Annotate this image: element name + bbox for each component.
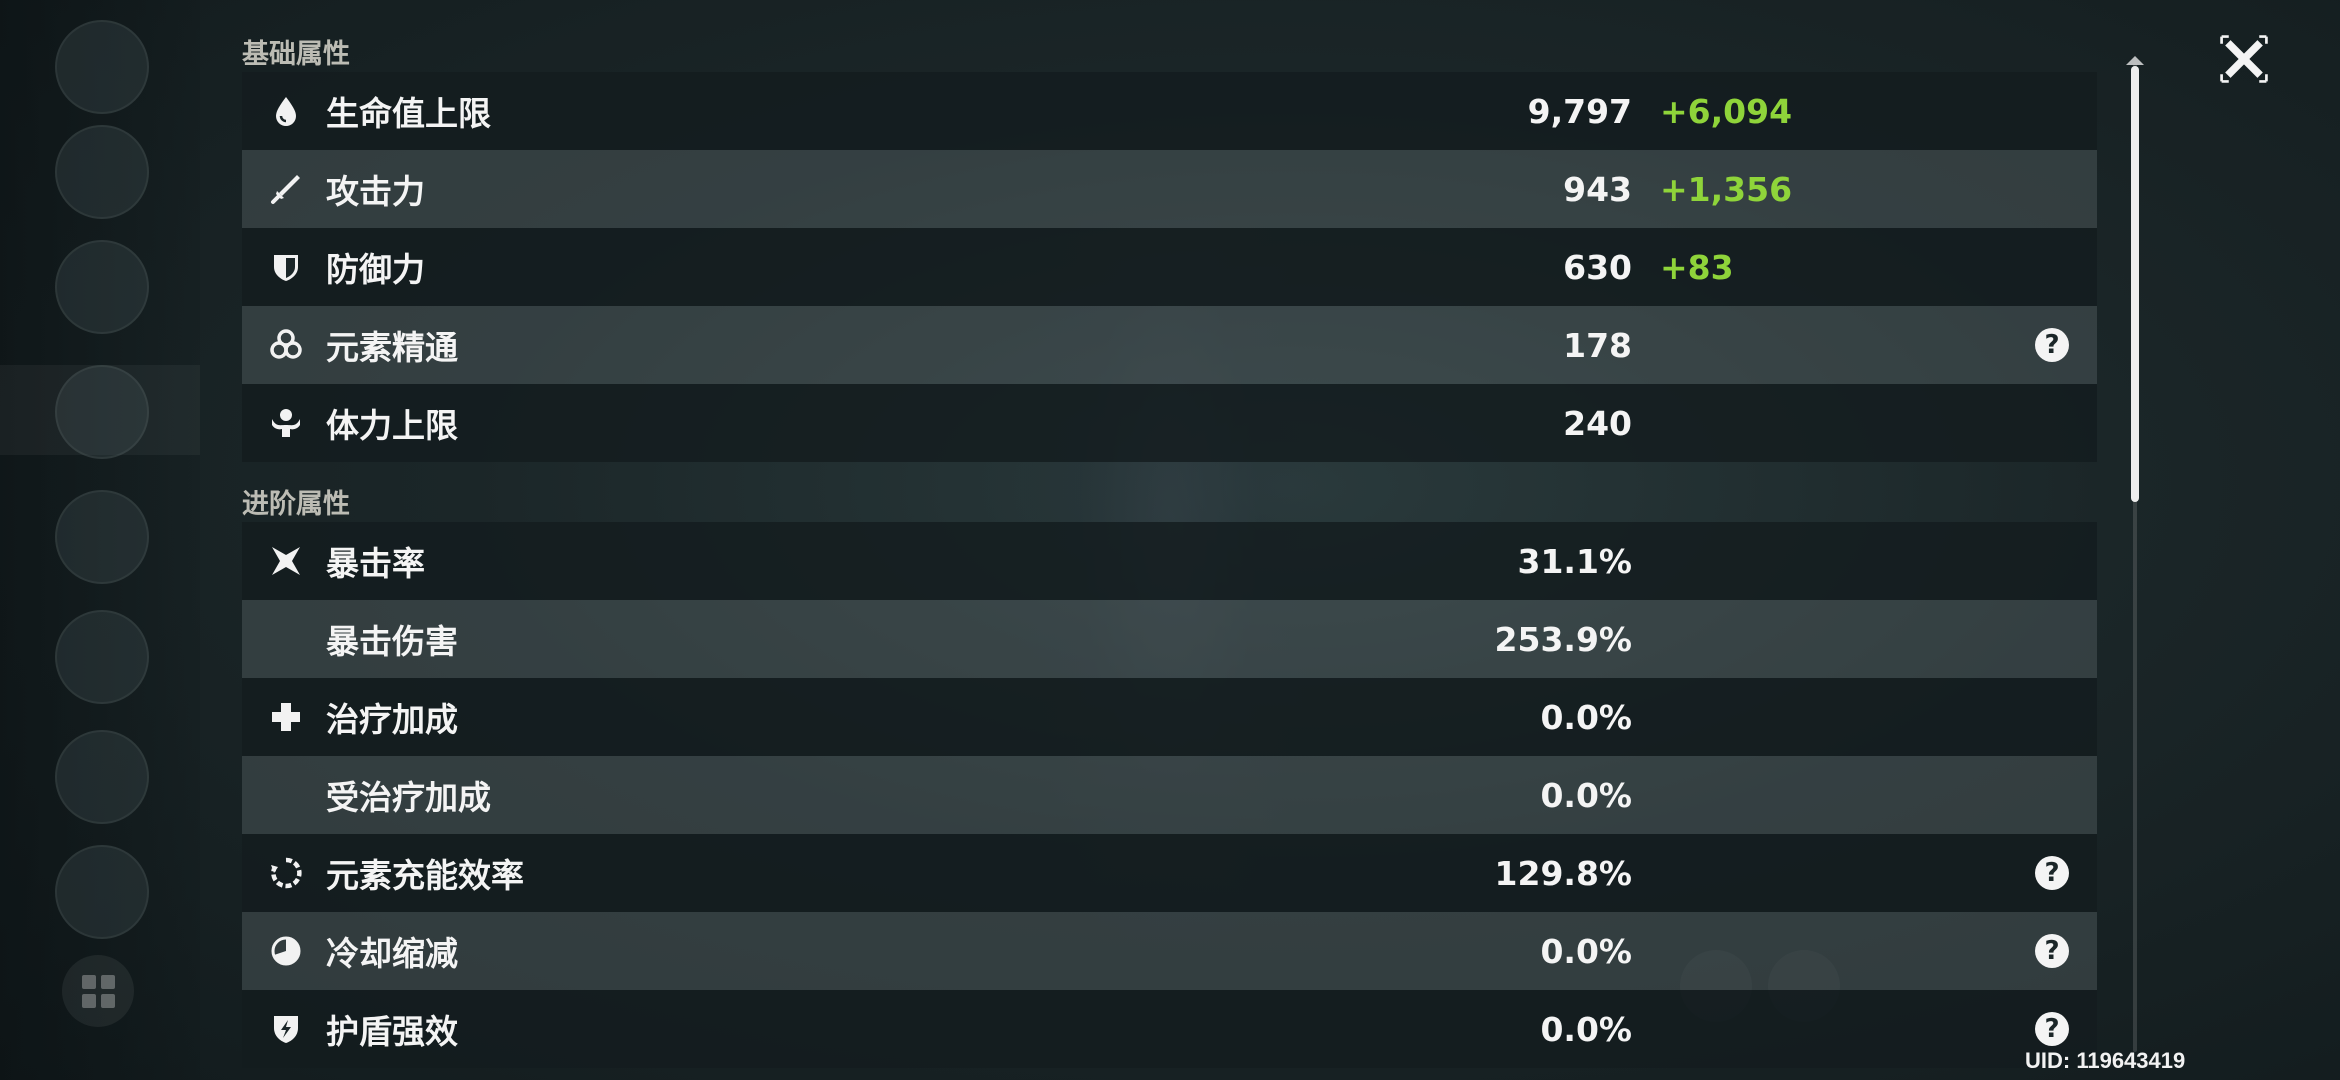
help-icon[interactable]: ? bbox=[2035, 856, 2069, 890]
stat-value: 9,797 bbox=[1527, 91, 1632, 131]
stat-name: 治疗加成 bbox=[326, 700, 458, 739]
stat-row-def: 防御力 630 +83 bbox=[242, 228, 2097, 306]
sidebar-avatar[interactable] bbox=[55, 730, 149, 824]
scrollbar-thumb[interactable] bbox=[2131, 66, 2139, 502]
help-icon[interactable]: ? bbox=[2035, 1012, 2069, 1046]
stat-row-crit-rate: 暴击率 31.1% bbox=[242, 522, 2097, 600]
stat-bonus: +83 bbox=[1660, 247, 1734, 287]
sidebar-avatar[interactable] bbox=[55, 845, 149, 939]
stat-name: 暴击伤害 bbox=[326, 622, 458, 661]
stat-row-em: 元素精通 178 ? bbox=[242, 306, 2097, 384]
stat-row-atk: 攻击力 943 +1,356 bbox=[242, 150, 2097, 228]
healing-cross-icon bbox=[266, 697, 306, 737]
stat-value: 31.1% bbox=[1517, 541, 1633, 581]
energy-recharge-icon bbox=[266, 853, 306, 893]
stat-value: 129.8% bbox=[1494, 853, 1632, 893]
stat-name: 受治疗加成 bbox=[326, 778, 491, 817]
sword-icon bbox=[266, 169, 306, 209]
stat-row-cooldown: 冷却缩减 0.0% ? bbox=[242, 912, 2097, 990]
shield-icon bbox=[266, 247, 306, 287]
section-header-advanced: 进阶属性 bbox=[242, 489, 350, 520]
stamina-icon bbox=[266, 403, 306, 443]
close-icon bbox=[2220, 35, 2268, 83]
stat-name: 防御力 bbox=[326, 250, 425, 289]
cooldown-icon bbox=[266, 931, 306, 971]
grid-menu-button[interactable] bbox=[62, 955, 134, 1027]
grid-icon bbox=[81, 974, 115, 1008]
stat-value: 178 bbox=[1563, 325, 1632, 365]
stat-value: 240 bbox=[1563, 403, 1632, 443]
stat-row-incoming-healing: 受治疗加成 0.0% bbox=[242, 756, 2097, 834]
sidebar-avatar[interactable] bbox=[55, 240, 149, 334]
uid-label: UID: 119643419 bbox=[2025, 1048, 2186, 1073]
stat-name: 攻击力 bbox=[326, 172, 425, 211]
shield-strength-icon bbox=[266, 1009, 306, 1049]
sidebar-avatar[interactable] bbox=[55, 20, 149, 114]
crit-star-icon bbox=[266, 541, 306, 581]
help-icon[interactable]: ? bbox=[2035, 328, 2069, 362]
stat-name: 体力上限 bbox=[326, 406, 458, 445]
stat-name: 护盾强效 bbox=[326, 1012, 458, 1051]
stat-value: 253.9% bbox=[1494, 619, 1632, 659]
sidebar-avatar[interactable] bbox=[55, 610, 149, 704]
stat-value: 0.0% bbox=[1540, 775, 1632, 815]
stat-value: 630 bbox=[1563, 247, 1632, 287]
sidebar-avatar[interactable] bbox=[55, 125, 149, 219]
stat-name: 暴击率 bbox=[326, 544, 425, 583]
help-icon[interactable]: ? bbox=[2035, 934, 2069, 968]
stat-value: 0.0% bbox=[1540, 697, 1632, 737]
stat-row-shield-strength: 护盾强效 0.0% ? bbox=[242, 990, 2097, 1068]
stat-name: 元素精通 bbox=[326, 328, 458, 367]
stat-name: 元素充能效率 bbox=[326, 856, 524, 895]
stat-name: 生命值上限 bbox=[326, 94, 491, 133]
elemental-mastery-icon bbox=[266, 325, 306, 365]
sidebar-avatar[interactable] bbox=[55, 490, 149, 584]
hp-drop-icon bbox=[266, 91, 306, 131]
stat-row-stamina: 体力上限 240 bbox=[242, 384, 2097, 462]
stat-name: 冷却缩减 bbox=[326, 934, 458, 973]
stat-value: 0.0% bbox=[1540, 931, 1632, 971]
section-header-basic: 基础属性 bbox=[242, 39, 350, 70]
stat-bonus: +6,094 bbox=[1660, 91, 1793, 131]
stat-row-healing: 治疗加成 0.0% bbox=[242, 678, 2097, 756]
stat-row-energy-recharge: 元素充能效率 129.8% ? bbox=[242, 834, 2097, 912]
stat-bonus: +1,356 bbox=[1660, 169, 1793, 209]
sidebar-avatar[interactable] bbox=[55, 365, 149, 459]
stat-value: 943 bbox=[1563, 169, 1632, 209]
stat-row-crit-dmg: 暴击伤害 253.9% bbox=[242, 600, 2097, 678]
close-button[interactable] bbox=[2215, 30, 2273, 88]
stat-row-hp: 生命值上限 9,797 +6,094 bbox=[242, 72, 2097, 150]
stat-value: 0.0% bbox=[1540, 1009, 1632, 1049]
